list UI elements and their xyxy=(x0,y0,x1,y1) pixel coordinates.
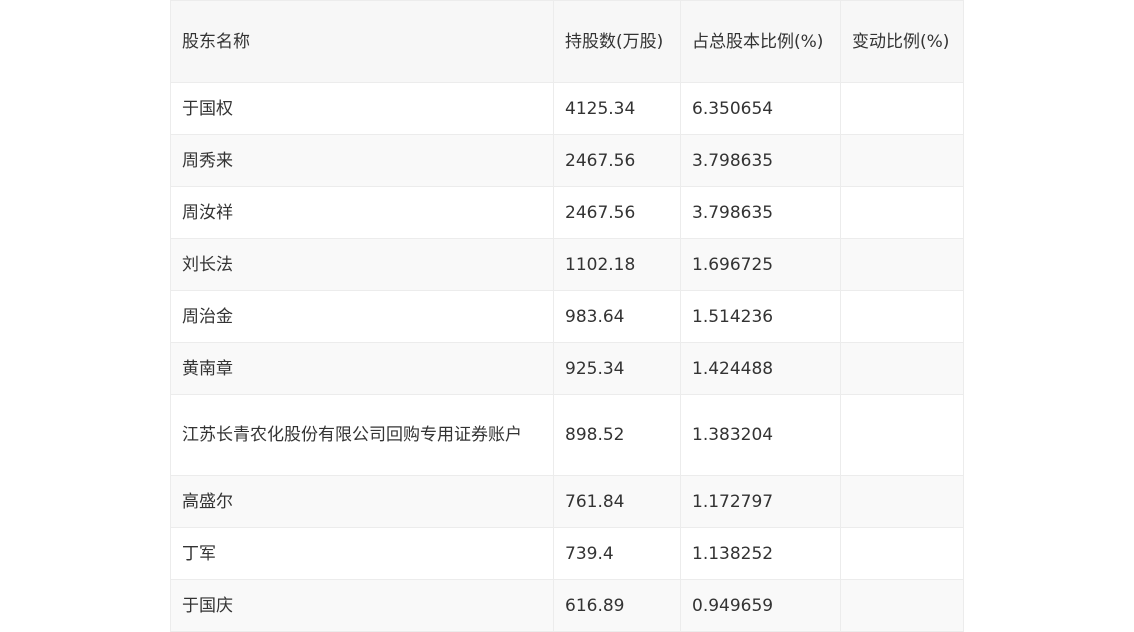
cell-change xyxy=(840,475,964,528)
cell-ratio: 1.696725 xyxy=(680,238,841,291)
cell-shares: 4125.34 xyxy=(553,82,681,135)
table-row: 江苏长青农化股份有限公司回购专用证券账户 898.52 1.383204 xyxy=(170,394,964,476)
cell-shares: 898.52 xyxy=(553,394,681,476)
header-shareholder-name: 股东名称 xyxy=(170,0,554,83)
cell-ratio: 1.138252 xyxy=(680,527,841,580)
cell-ratio: 1.172797 xyxy=(680,475,841,528)
header-shares: 持股数(万股) xyxy=(553,0,681,83)
cell-shares: 1102.18 xyxy=(553,238,681,291)
cell-shares: 925.34 xyxy=(553,342,681,395)
cell-ratio: 1.514236 xyxy=(680,290,841,343)
cell-shares: 739.4 xyxy=(553,527,681,580)
cell-name: 江苏长青农化股份有限公司回购专用证券账户 xyxy=(170,394,554,476)
cell-ratio: 6.350654 xyxy=(680,82,841,135)
cell-change xyxy=(840,82,964,135)
cell-name: 黄南章 xyxy=(170,342,554,395)
cell-change xyxy=(840,238,964,291)
cell-name: 周秀来 xyxy=(170,134,554,187)
cell-ratio: 1.424488 xyxy=(680,342,841,395)
header-ratio: 占总股本比例(%) xyxy=(680,0,841,83)
cell-name: 丁军 xyxy=(170,527,554,580)
cell-shares: 2467.56 xyxy=(553,134,681,187)
cell-name: 于国庆 xyxy=(170,579,554,632)
table-row: 于国庆 616.89 0.949659 xyxy=(170,579,964,632)
cell-change xyxy=(840,342,964,395)
cell-change xyxy=(840,579,964,632)
cell-name: 周治金 xyxy=(170,290,554,343)
cell-ratio: 3.798635 xyxy=(680,186,841,239)
cell-shares: 2467.56 xyxy=(553,186,681,239)
cell-change xyxy=(840,290,964,343)
table-row: 于国权 4125.34 6.350654 xyxy=(170,82,964,135)
cell-name: 于国权 xyxy=(170,82,554,135)
cell-change xyxy=(840,394,964,476)
cell-name: 高盛尔 xyxy=(170,475,554,528)
cell-ratio: 3.798635 xyxy=(680,134,841,187)
cell-change xyxy=(840,186,964,239)
cell-change xyxy=(840,527,964,580)
cell-name: 刘长法 xyxy=(170,238,554,291)
cell-name: 周汝祥 xyxy=(170,186,554,239)
table-row: 丁军 739.4 1.138252 xyxy=(170,527,964,580)
cell-shares: 761.84 xyxy=(553,475,681,528)
table-header-row: 股东名称 持股数(万股) 占总股本比例(%) 变动比例(%) xyxy=(170,0,964,83)
shareholder-table: 股东名称 持股数(万股) 占总股本比例(%) 变动比例(%) 于国权 4125.… xyxy=(170,0,964,632)
table-row: 刘长法 1102.18 1.696725 xyxy=(170,238,964,291)
table-row: 周汝祥 2467.56 3.798635 xyxy=(170,186,964,239)
header-change: 变动比例(%) xyxy=(840,0,964,83)
table-row: 周治金 983.64 1.514236 xyxy=(170,290,964,343)
cell-shares: 983.64 xyxy=(553,290,681,343)
cell-ratio: 0.949659 xyxy=(680,579,841,632)
table-row: 高盛尔 761.84 1.172797 xyxy=(170,475,964,528)
table-row: 周秀来 2467.56 3.798635 xyxy=(170,134,964,187)
table-row: 黄南章 925.34 1.424488 xyxy=(170,342,964,395)
cell-change xyxy=(840,134,964,187)
cell-ratio: 1.383204 xyxy=(680,394,841,476)
cell-shares: 616.89 xyxy=(553,579,681,632)
